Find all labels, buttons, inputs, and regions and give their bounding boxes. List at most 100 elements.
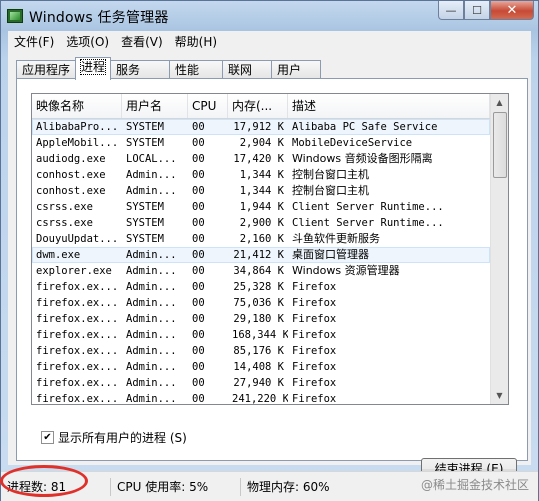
scroll-thumb[interactable]: [493, 112, 507, 178]
cell-cpu: 00: [192, 153, 205, 165]
menu-view[interactable]: 查看(V): [115, 33, 169, 50]
cell-description: Alibaba PC Safe Service: [292, 121, 438, 133]
cell-image-name: firefox.ex...: [36, 281, 119, 293]
show-all-users-option[interactable]: ✔ 显示所有用户的进程 (S): [41, 429, 187, 446]
process-row[interactable]: firefox.ex... Admin... 00 168,344 K Firefox: [32, 327, 490, 343]
scroll-up-arrow-icon[interactable]: ▲: [491, 94, 508, 111]
show-all-users-label: 显示所有用户的进程 (S): [58, 431, 187, 445]
cell-memory: 25,328 K: [233, 281, 284, 293]
cell-user-name: Admin...: [126, 329, 177, 341]
process-row[interactable]: explorer.exe Admin... 00 34,864 K Windows 资源…: [32, 263, 490, 279]
process-row[interactable]: firefox.ex... Admin... 00 241,220 K Firefox: [32, 391, 490, 405]
cell-cpu: 00: [192, 249, 205, 261]
cell-user-name: SYSTEM: [126, 121, 164, 133]
process-row[interactable]: firefox.ex... Admin... 00 29,180 K Firefox: [32, 311, 490, 327]
process-row[interactable]: firefox.ex... Admin... 00 85,176 K Firefox: [32, 343, 490, 359]
tab-applications[interactable]: 应用程序: [16, 60, 77, 79]
cell-cpu: 00: [192, 169, 205, 181]
menu-options[interactable]: 选项(O): [60, 33, 115, 50]
cell-user-name: SYSTEM: [126, 201, 164, 213]
cell-user-name: Admin...: [126, 393, 177, 405]
cell-image-name: firefox.ex...: [36, 297, 119, 309]
task-manager-window: Windows 任务管理器 — ☐ ✕ 文件(F) 选项(O) 查看(V) 帮助…: [0, 0, 539, 501]
title-bar[interactable]: Windows 任务管理器 — ☐ ✕: [1, 1, 538, 31]
cell-user-name: SYSTEM: [126, 233, 164, 245]
cell-cpu: 00: [192, 201, 205, 213]
cell-image-name: dwm.exe: [36, 249, 81, 261]
close-button[interactable]: ✕: [490, 1, 534, 20]
column-image-name[interactable]: 映像名称: [32, 94, 122, 118]
process-row[interactable]: conhost.exe Admin... 00 1,344 K 控制台窗口主机: [32, 167, 490, 183]
cell-description: Windows 音频设备图形隔离: [292, 152, 433, 165]
cell-user-name: Admin...: [126, 313, 177, 325]
tab-users[interactable]: 用户: [271, 60, 322, 79]
cell-cpu: 00: [192, 393, 205, 405]
process-row[interactable]: firefox.ex... Admin... 00 27,940 K Firefox: [32, 375, 490, 391]
cell-cpu: 00: [192, 329, 205, 341]
column-cpu[interactable]: CPU: [188, 94, 228, 118]
process-row[interactable]: firefox.ex... Admin... 00 75,036 K Firefox: [32, 295, 490, 311]
process-list[interactable]: 映像名称 用户名 CPU 内存(... 描述 AlibabaPro... SYST…: [31, 93, 509, 405]
list-header: 映像名称 用户名 CPU 内存(... 描述: [32, 94, 490, 119]
process-row[interactable]: conhost.exe Admin... 00 1,344 K 控制台窗口主机: [32, 183, 490, 199]
cell-image-name: csrss.exe: [36, 201, 93, 213]
cell-image-name: firefox.ex...: [36, 345, 119, 357]
process-row[interactable]: firefox.ex... Admin... 00 25,328 K Firefox: [32, 279, 490, 295]
tab-label: 联网: [228, 63, 253, 77]
cell-description: Firefox: [292, 345, 337, 357]
cell-memory: 17,420 K: [233, 153, 284, 165]
show-all-users-checkbox[interactable]: ✔: [41, 431, 54, 444]
minimize-button[interactable]: —: [438, 1, 464, 20]
tab-label: 应用程序: [22, 63, 71, 77]
cell-memory: 168,344 K: [232, 329, 288, 341]
column-user-name[interactable]: 用户名: [122, 94, 188, 118]
maximize-button[interactable]: ☐: [464, 1, 490, 20]
cell-memory: 27,940 K: [233, 377, 284, 389]
column-memory[interactable]: 内存(...: [228, 94, 288, 118]
cell-image-name: explorer.exe: [36, 265, 112, 277]
status-cpu-usage: CPU 使用率: 5%: [111, 477, 241, 496]
column-description[interactable]: 描述: [288, 94, 490, 118]
vertical-scrollbar[interactable]: ▲ ▼: [490, 94, 508, 404]
process-row[interactable]: csrss.exe SYSTEM 00 1,944 K Client Server Ru…: [32, 199, 490, 215]
cell-user-name: Admin...: [126, 185, 177, 197]
cell-description: Firefox: [292, 297, 337, 309]
tab-label: 进程: [80, 59, 107, 75]
cell-image-name: firefox.ex...: [36, 313, 119, 325]
process-row[interactable]: DouyuUpdat... SYSTEM 00 2,160 K 斗鱼软件更新服务: [32, 231, 490, 247]
process-row[interactable]: csrss.exe SYSTEM 00 2,900 K Client Server Ru…: [32, 215, 490, 231]
cell-memory: 17,912 K: [233, 121, 284, 133]
process-row[interactable]: AlibabaPro... SYSTEM 00 17,912 K Alibaba PC …: [32, 119, 490, 135]
cell-cpu: 00: [192, 345, 205, 357]
cell-memory: 1,944 K: [239, 201, 284, 213]
cell-cpu: 00: [192, 297, 205, 309]
cell-image-name: firefox.ex...: [36, 377, 119, 389]
cell-cpu: 00: [192, 377, 205, 389]
cell-cpu: 00: [192, 281, 205, 293]
cell-user-name: SYSTEM: [126, 137, 164, 149]
scroll-down-arrow-icon[interactable]: ▼: [491, 387, 508, 404]
cell-image-name: conhost.exe: [36, 185, 106, 197]
process-rows: AlibabaPro... SYSTEM 00 17,912 K Alibaba PC …: [32, 119, 490, 405]
process-row[interactable]: audiodg.exe LOCAL... 00 17,420 K Windows 音频设…: [32, 151, 490, 167]
process-row[interactable]: AppleMobil... SYSTEM 00 2,904 K MobileDevice…: [32, 135, 490, 151]
cell-memory: 21,412 K: [233, 249, 284, 261]
cell-user-name: Admin...: [126, 377, 177, 389]
cell-image-name: AlibabaPro...: [36, 121, 119, 133]
window-title: Windows 任务管理器: [29, 10, 169, 26]
tab-performance[interactable]: 性能: [169, 60, 224, 79]
tab-services[interactable]: 服务: [110, 60, 171, 79]
tab-processes[interactable]: 进程: [75, 57, 112, 80]
menu-file[interactable]: 文件(F): [8, 33, 60, 50]
cell-memory: 1,344 K: [239, 169, 284, 181]
process-row[interactable]: dwm.exe Admin... 00 21,412 K 桌面窗口管理器: [32, 247, 490, 263]
menu-help[interactable]: 帮助(H): [169, 33, 223, 50]
watermark: @稀土掘金技术社区: [420, 478, 529, 492]
cell-description: Firefox: [292, 313, 337, 325]
cell-description: Firefox: [292, 377, 337, 389]
cell-description: Client Server Runtime...: [292, 217, 444, 229]
cell-memory: 85,176 K: [233, 345, 284, 357]
process-row[interactable]: firefox.ex... Admin... 00 14,408 K Firefox: [32, 359, 490, 375]
cell-cpu: 00: [192, 137, 205, 149]
tab-networking[interactable]: 联网: [222, 60, 273, 79]
